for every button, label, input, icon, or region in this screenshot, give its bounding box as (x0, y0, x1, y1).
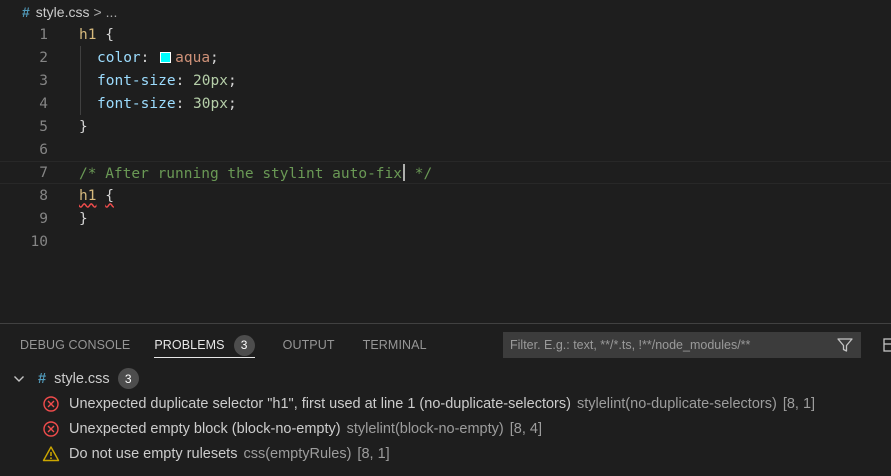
problem-location: [8, 1] (357, 445, 390, 462)
colon: : (175, 95, 185, 112)
panel-tabs: DEBUG CONSOLE PROBLEMS 3 OUTPUT TERMINAL (0, 324, 431, 366)
code-line-6[interactable]: 6 (0, 138, 891, 161)
css-file-icon: # (22, 4, 30, 20)
code-editor[interactable]: 1 h1 { 2 color: aqua; 3 font-size: 20px;… (0, 23, 891, 323)
tab-debug-console[interactable]: DEBUG CONSOLE (20, 324, 130, 366)
colon: : (140, 49, 150, 66)
css-value: aqua (175, 49, 211, 66)
file-problem-count-badge: 3 (117, 368, 139, 389)
text-cursor (403, 163, 406, 181)
close-brace: } (79, 210, 88, 227)
css-selector: h1 (79, 26, 97, 43)
css-file-icon: # (38, 370, 47, 387)
line-number: 9 (39, 210, 48, 227)
problem-message: Do not use empty rulesets (69, 445, 238, 462)
close-brace: } (79, 118, 88, 135)
tab-terminal[interactable]: TERMINAL (363, 324, 427, 366)
semicolon: ; (227, 72, 237, 89)
problems-tree: # style.css 3 Unexpected duplicate selec… (0, 366, 891, 466)
line-number: 5 (39, 118, 48, 135)
problems-count-badge: 3 (233, 334, 255, 356)
problem-message: Unexpected empty block (block-no-empty) (69, 420, 341, 437)
css-value: 30px (193, 95, 228, 112)
problem-source: css(emptyRules) (243, 445, 352, 462)
code-comment: /* After running the stylint auto-fix (79, 165, 403, 182)
filter-icon[interactable] (836, 336, 854, 354)
tab-label: PROBLEMS (154, 338, 225, 352)
semicolon: ; (210, 49, 219, 66)
chevron-down-icon[interactable] (12, 372, 26, 386)
colon: : (175, 72, 185, 89)
problem-source: stylelint(no-duplicate-selectors) (576, 395, 777, 412)
problems-file-row[interactable]: # style.css 3 (0, 366, 891, 391)
tab-label: DEBUG CONSOLE (20, 338, 131, 352)
line-number: 7 (39, 164, 48, 181)
code-line-9[interactable]: 9 } (0, 207, 891, 230)
line-number: 6 (39, 141, 48, 158)
css-property: font-size (97, 95, 176, 112)
problem-item[interactable]: Unexpected empty block (block-no-empty) … (0, 416, 891, 441)
line-number: 8 (39, 187, 48, 204)
breadcrumb-file[interactable]: style.css (36, 4, 90, 20)
open-brace: { (105, 26, 114, 43)
code-line-2[interactable]: 2 color: aqua; (0, 46, 891, 69)
filter-placeholder: Filter. E.g.: text, **/*.ts, !**/node_mo… (510, 338, 751, 352)
css-value: 20px (193, 72, 228, 89)
problem-message: Unexpected duplicate selector "h1", firs… (69, 395, 571, 412)
code-line-10[interactable]: 10 (0, 230, 891, 253)
line-number: 3 (39, 72, 48, 89)
line-number: 2 (39, 49, 48, 66)
code-line-3[interactable]: 3 font-size: 20px; (0, 69, 891, 92)
problem-item[interactable]: Do not use empty rulesets css(emptyRules… (0, 441, 891, 466)
code-line-5[interactable]: 5 } (0, 115, 891, 138)
code-line-1[interactable]: 1 h1 { (0, 23, 891, 46)
color-swatch-icon[interactable] (160, 51, 172, 63)
code-line-4[interactable]: 4 font-size: 30px; (0, 92, 891, 115)
tab-label: OUTPUT (282, 338, 335, 352)
filter-input[interactable]: Filter. E.g.: text, **/*.ts, !**/node_mo… (503, 332, 861, 358)
problem-location: [8, 1] (782, 395, 816, 412)
error-icon (43, 395, 59, 412)
breadcrumb-separator-icon: > (93, 4, 102, 20)
warning-icon (42, 445, 60, 461)
panel-actions-icon[interactable] (880, 336, 891, 354)
semicolon: ; (227, 95, 237, 112)
css-property: color (97, 49, 141, 66)
css-property: font-size (97, 72, 176, 89)
open-brace-error[interactable]: { (105, 188, 114, 204)
code-line-8[interactable]: 8 h1 { (0, 184, 891, 207)
css-selector-error[interactable]: h1 (79, 188, 96, 204)
line-number: 10 (30, 233, 48, 250)
code-comment-end: */ (406, 165, 433, 182)
error-icon (43, 420, 59, 437)
problem-location: [8, 4] (509, 420, 542, 437)
line-number: 4 (39, 95, 48, 112)
problems-file-name: style.css (54, 370, 110, 387)
breadcrumb-more[interactable]: ... (106, 4, 118, 20)
tab-problems[interactable]: PROBLEMS 3 (154, 324, 255, 366)
code-line-7[interactable]: 7 /* After running the stylint auto-fix … (0, 161, 891, 184)
tab-output[interactable]: OUTPUT (283, 324, 335, 366)
tab-label: TERMINAL (362, 338, 427, 352)
breadcrumb: # style.css > ... (0, 0, 891, 24)
problem-source: stylelint(block-no-empty) (346, 420, 504, 437)
line-number: 1 (39, 26, 48, 43)
bottom-panel: DEBUG CONSOLE PROBLEMS 3 OUTPUT TERMINAL … (0, 323, 891, 476)
problem-item[interactable]: Unexpected duplicate selector "h1", firs… (0, 391, 891, 416)
